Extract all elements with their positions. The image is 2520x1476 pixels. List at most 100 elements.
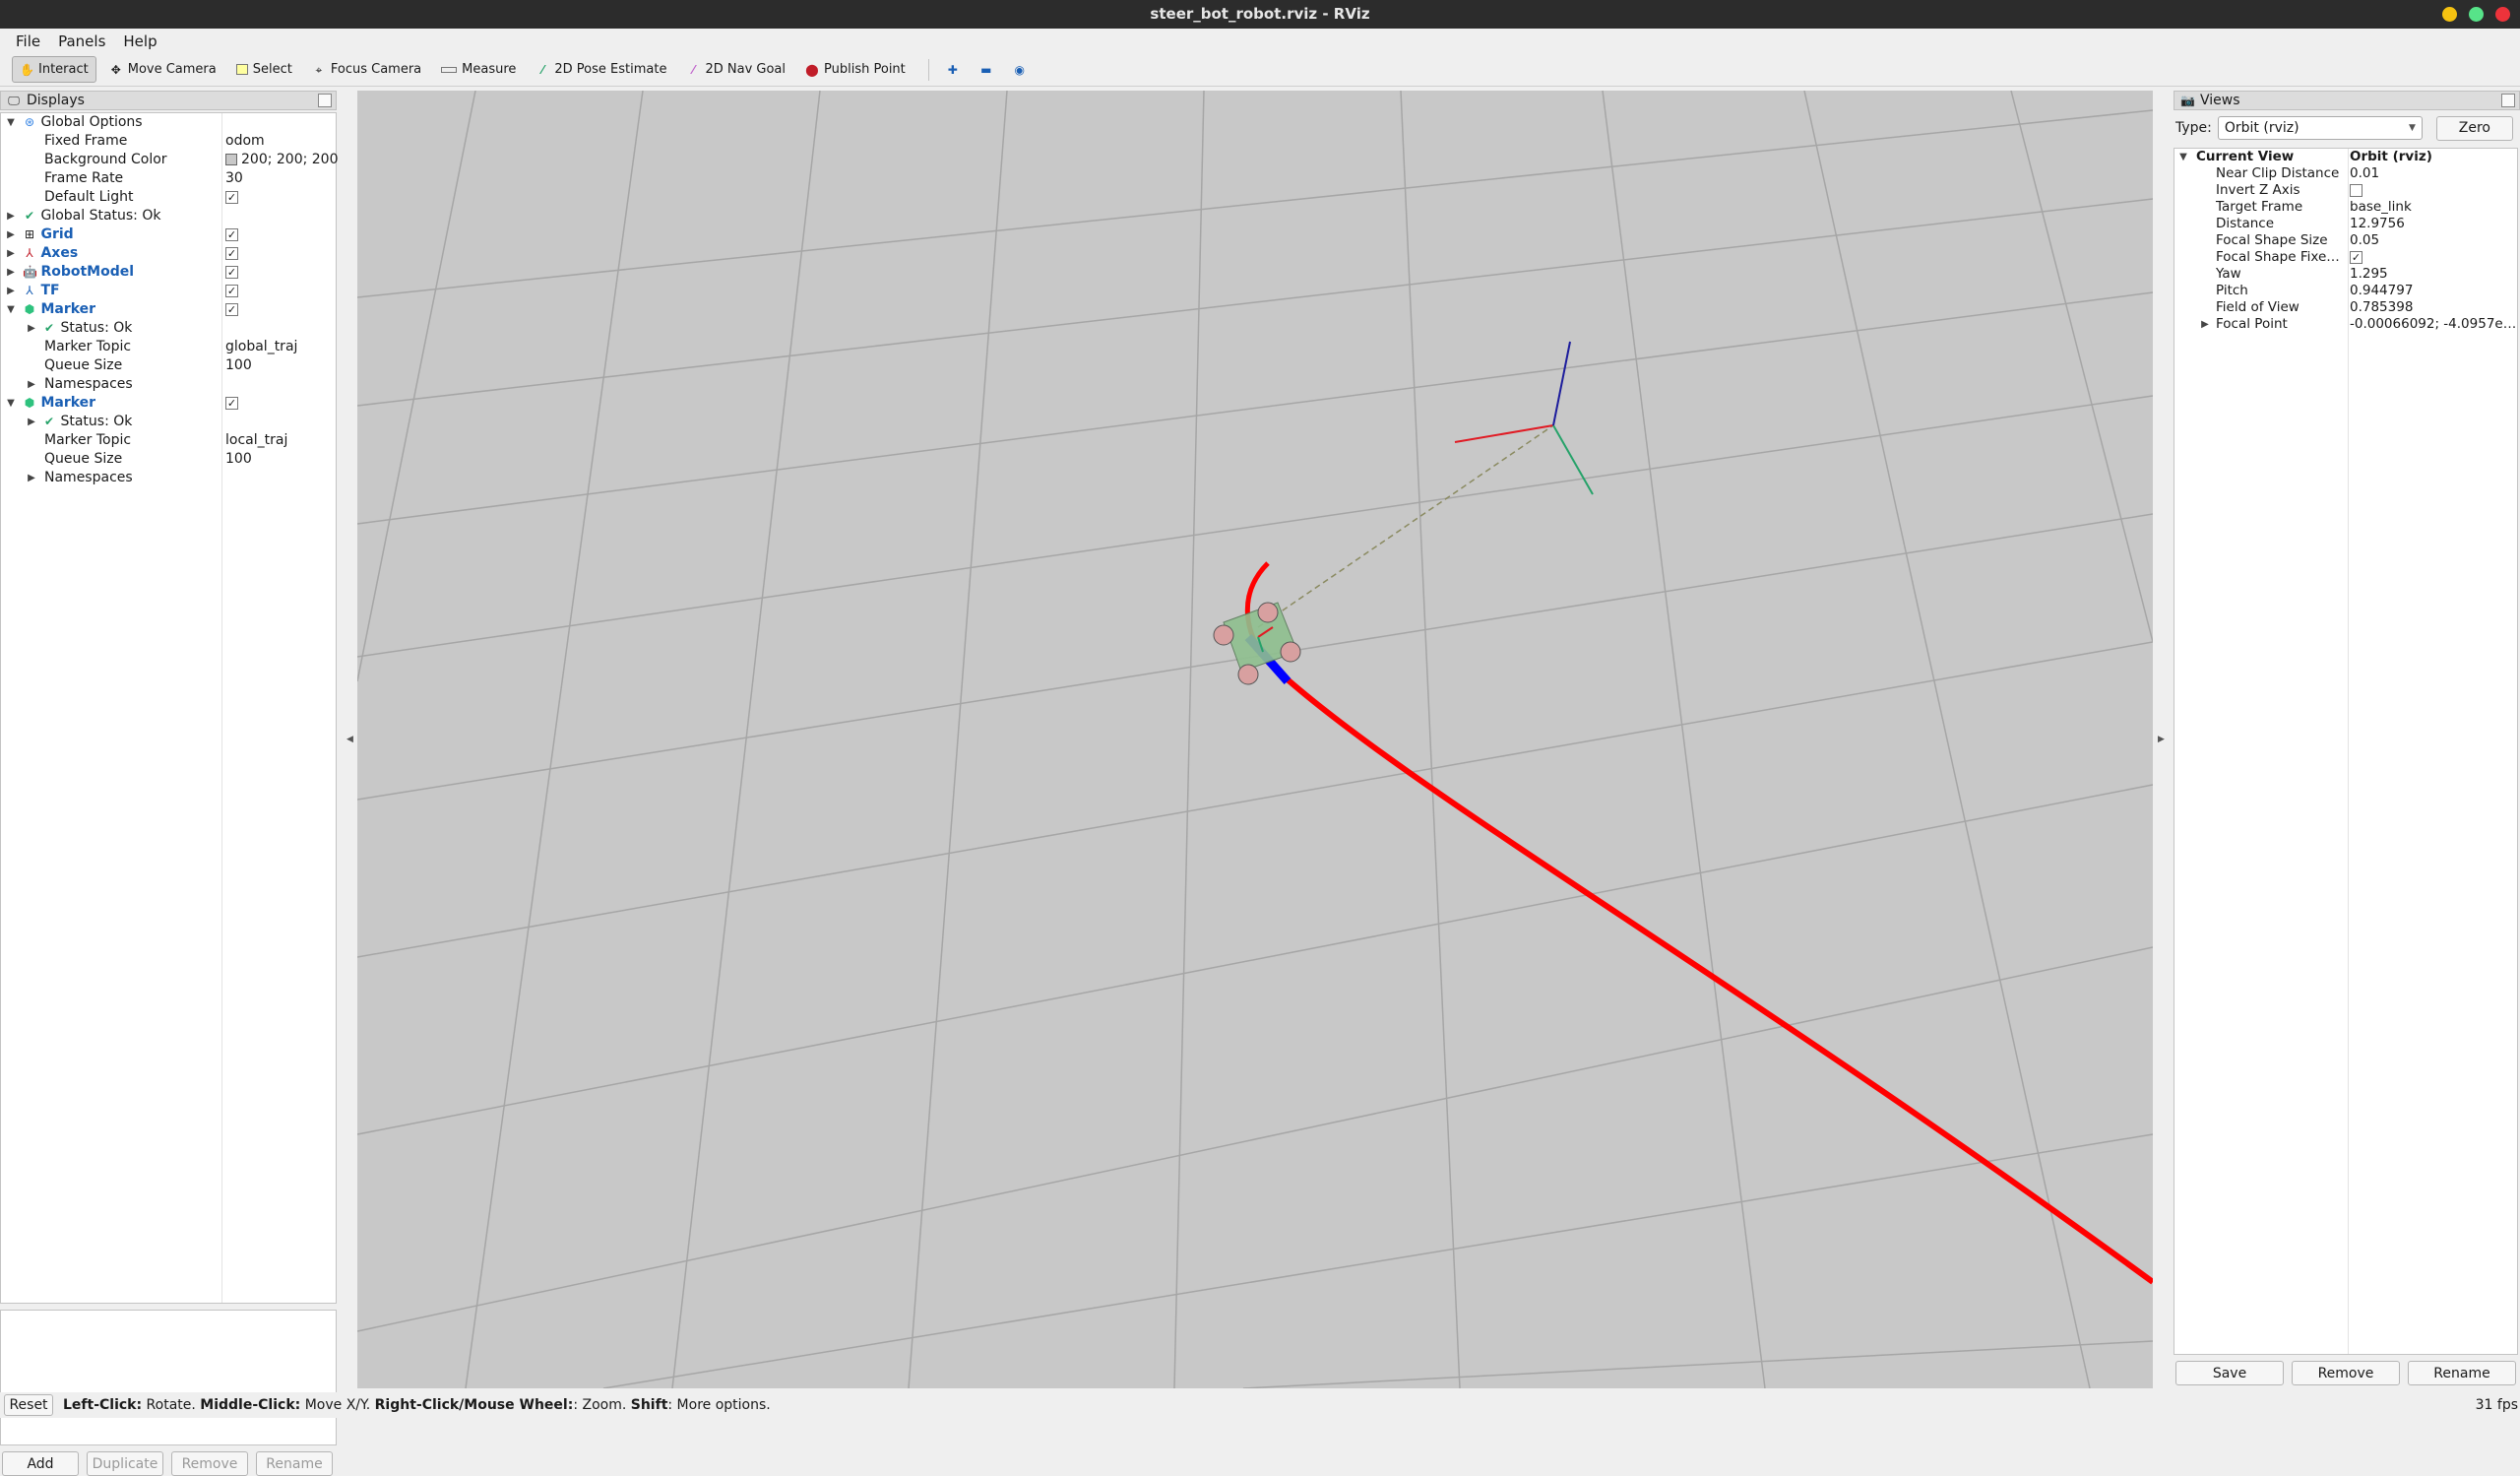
tree-row-marker-1-status[interactable]: ▶ ✔ Status: Ok xyxy=(1,319,336,338)
collapse-arrow-icon[interactable]: ▼ xyxy=(6,113,16,132)
view-row-focal-shape-size[interactable]: Focal Shape Size 0.05 xyxy=(2174,232,2517,249)
tool-move-camera[interactable]: ✥ Move Camera xyxy=(102,56,223,83)
menu-help[interactable]: Help xyxy=(117,32,162,50)
add-display-button[interactable]: Add xyxy=(2,1451,79,1476)
distance-value[interactable]: 12.9756 xyxy=(2350,216,2517,232)
render-viewport[interactable] xyxy=(357,91,2153,1388)
marker-2-queue-value[interactable]: 100 xyxy=(225,450,252,469)
focal-shape-fixed-checkbox[interactable]: ✓ xyxy=(2350,250,2362,264)
robotmodel-checkbox[interactable]: ✓ xyxy=(225,265,238,279)
view-row-field-of-view[interactable]: Field of View 0.785398 xyxy=(2174,299,2517,316)
menu-panels[interactable]: Panels xyxy=(52,32,111,50)
collapse-arrow-icon[interactable]: ▼ xyxy=(6,394,16,413)
tool-2d-nav-goal[interactable]: ⁄ 2D Nav Goal xyxy=(679,56,792,83)
view-row-distance[interactable]: Distance 12.9756 xyxy=(2174,216,2517,232)
remove-display-button[interactable]: Remove xyxy=(171,1451,248,1476)
tree-row-axes[interactable]: ▶ ⅄ Axes ✓ xyxy=(1,244,336,263)
expand-arrow-icon[interactable]: ▶ xyxy=(6,282,16,300)
view-tool-button[interactable]: ◉ xyxy=(1006,56,1034,83)
right-splitter[interactable]: ▶ xyxy=(2154,91,2169,1388)
tree-row-marker-2-topic[interactable]: Marker Topic local_traj xyxy=(1,431,336,450)
pitch-value[interactable]: 0.944797 xyxy=(2350,283,2517,299)
view-row-focal-point[interactable]: ▶ Focal Point -0.00066092; -4.0957e… xyxy=(2174,316,2517,333)
tree-row-robotmodel[interactable]: ▶ 🤖 RobotModel ✓ xyxy=(1,263,336,282)
zero-button[interactable]: Zero xyxy=(2435,115,2513,141)
axes-checkbox[interactable]: ✓ xyxy=(225,246,238,260)
view-row-invert-z[interactable]: Invert Z Axis xyxy=(2174,182,2517,199)
tree-row-tf[interactable]: ▶ ⅄ TF ✓ xyxy=(1,282,336,300)
duplicate-display-button[interactable]: Duplicate xyxy=(87,1451,163,1476)
collapse-arrow-icon[interactable]: ▼ xyxy=(2178,149,2188,165)
tool-select[interactable]: Select xyxy=(229,56,299,83)
save-view-button[interactable]: Save xyxy=(2175,1361,2284,1385)
marker-2-topic-value[interactable]: local_traj xyxy=(225,431,287,450)
tree-row-marker-2-queue[interactable]: Queue Size 100 xyxy=(1,450,336,469)
marker-1-queue-value[interactable]: 100 xyxy=(225,356,252,375)
maximize-button[interactable] xyxy=(2469,7,2484,22)
expand-arrow-icon[interactable]: ▶ xyxy=(6,225,16,244)
tool-2d-pose-estimate[interactable]: ⁄ 2D Pose Estimate xyxy=(529,56,673,83)
rename-display-button[interactable]: Rename xyxy=(256,1451,333,1476)
expand-arrow-icon[interactable]: ▶ xyxy=(2200,316,2210,333)
yaw-value[interactable]: 1.295 xyxy=(2350,266,2517,283)
close-button[interactable] xyxy=(2495,7,2510,22)
minimize-button[interactable] xyxy=(2442,7,2457,22)
tree-row-marker-1-queue[interactable]: Queue Size 100 xyxy=(1,356,336,375)
tool-focus-camera[interactable]: ⌖ Focus Camera xyxy=(305,56,428,83)
invert-z-checkbox[interactable] xyxy=(2350,183,2362,197)
scene-svg[interactable] xyxy=(357,91,2153,1388)
expand-arrow-icon[interactable]: ▶ xyxy=(27,413,36,431)
marker-1-topic-value[interactable]: global_traj xyxy=(225,338,297,356)
tree-row-marker-1[interactable]: ▼ ⬢ Marker ✓ xyxy=(1,300,336,319)
panel-float-button[interactable] xyxy=(318,94,332,107)
tree-row-marker-2[interactable]: ▼ ⬢ Marker ✓ xyxy=(1,394,336,413)
view-row-target-frame[interactable]: Target Frame base_link xyxy=(2174,199,2517,216)
view-row-focal-shape-fixed[interactable]: Focal Shape Fixe… ✓ xyxy=(2174,249,2517,266)
tree-row-marker-2-status[interactable]: ▶ ✔ Status: Ok xyxy=(1,413,336,431)
rename-view-button[interactable]: Rename xyxy=(2408,1361,2516,1385)
tree-row-marker-1-topic[interactable]: Marker Topic global_traj xyxy=(1,338,336,356)
target-frame-value[interactable]: base_link xyxy=(2350,199,2517,216)
tree-row-background-color[interactable]: Background Color 200; 200; 200 xyxy=(1,151,339,169)
tree-row-global-status[interactable]: ▶ ✔ Global Status: Ok xyxy=(1,207,336,225)
expand-arrow-icon[interactable]: ▶ xyxy=(6,263,16,282)
tree-row-frame-rate[interactable]: Frame Rate 30 xyxy=(1,169,336,188)
tree-row-default-light[interactable]: Default Light ✓ xyxy=(1,188,336,207)
marker-2-checkbox[interactable]: ✓ xyxy=(225,396,238,410)
menu-file[interactable]: File xyxy=(10,32,46,50)
collapse-arrow-icon[interactable]: ▼ xyxy=(6,300,16,319)
background-color-value[interactable]: 200; 200; 200 xyxy=(225,151,339,169)
tree-row-grid[interactable]: ▶ ⊞ Grid ✓ xyxy=(1,225,336,244)
fixed-frame-value[interactable]: odom xyxy=(225,132,265,151)
grid-checkbox[interactable]: ✓ xyxy=(225,227,238,241)
expand-arrow-icon[interactable]: ▶ xyxy=(27,375,36,394)
tree-row-global-options[interactable]: ▼ ⊛ Global Options xyxy=(1,113,336,132)
expand-arrow-icon[interactable]: ▶ xyxy=(6,244,16,263)
reset-button[interactable]: Reset xyxy=(4,1394,53,1416)
tool-measure[interactable]: Measure xyxy=(434,56,523,83)
tool-interact[interactable]: ✋ Interact xyxy=(12,56,96,83)
tree-row-marker-1-namespaces[interactable]: ▶ Namespaces xyxy=(1,375,336,394)
remove-view-button[interactable]: Remove xyxy=(2292,1361,2400,1385)
expand-arrow-icon[interactable]: ▶ xyxy=(27,469,36,487)
tree-row-fixed-frame[interactable]: Fixed Frame odom xyxy=(1,132,336,151)
tf-checkbox[interactable]: ✓ xyxy=(225,284,238,297)
frame-rate-value[interactable]: 30 xyxy=(225,169,243,188)
field-of-view-value[interactable]: 0.785398 xyxy=(2350,299,2517,316)
expand-arrow-icon[interactable]: ▶ xyxy=(6,207,16,225)
view-type-select[interactable]: Orbit (rviz) ▼ xyxy=(2217,116,2423,140)
panel-float-button[interactable] xyxy=(2501,94,2515,107)
near-clip-value[interactable]: 0.01 xyxy=(2350,165,2517,182)
view-row-yaw[interactable]: Yaw 1.295 xyxy=(2174,266,2517,283)
remove-tool-button[interactable]: ▬ xyxy=(973,56,1000,83)
view-row-pitch[interactable]: Pitch 0.944797 xyxy=(2174,283,2517,299)
expand-arrow-icon[interactable]: ▶ xyxy=(27,319,36,338)
focal-shape-size-value[interactable]: 0.05 xyxy=(2350,232,2517,249)
marker-1-checkbox[interactable]: ✓ xyxy=(225,302,238,316)
tree-row-marker-2-namespaces[interactable]: ▶ Namespaces xyxy=(1,469,336,487)
add-tool-button[interactable]: ✚ xyxy=(939,56,967,83)
focal-point-value[interactable]: -0.00066092; -4.0957e… xyxy=(2350,316,2517,333)
current-view-row[interactable]: ▼ Current View Orbit (rviz) xyxy=(2174,149,2517,165)
left-splitter[interactable]: ◀ xyxy=(343,91,357,1388)
default-light-checkbox[interactable]: ✓ xyxy=(225,190,238,204)
